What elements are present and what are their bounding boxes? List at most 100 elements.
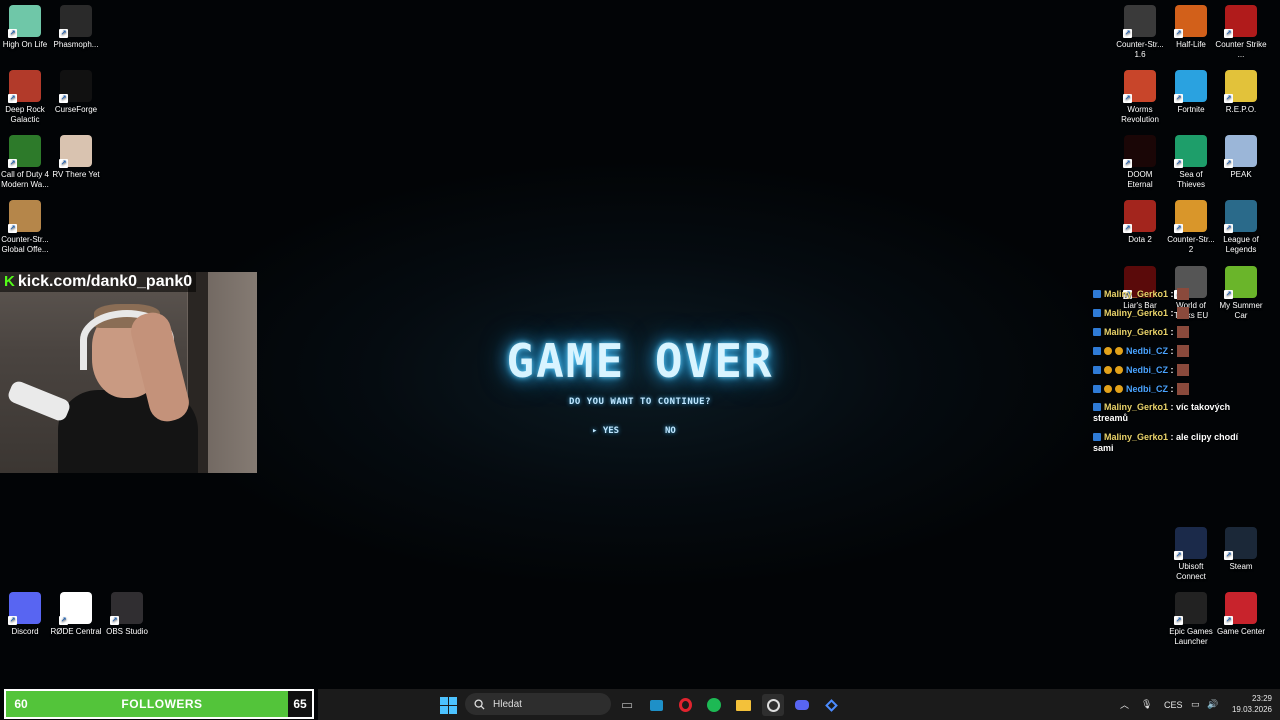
desktop-shortcut[interactable]: ↗ Counter Strike ... [1215,5,1267,60]
phasmophobia-icon: ↗ [59,5,92,38]
shortcut-arrow-icon: ↗ [1123,159,1132,168]
desktop-shortcut[interactable]: ↗ CurseForge [50,70,102,115]
desktop-shortcut[interactable]: ↗ RV There Yet [50,135,102,180]
language-indicator[interactable]: CES [1164,689,1183,720]
desktop-shortcut[interactable]: ↗ R.E.P.O. [1215,70,1267,115]
continue-question: DO YOU WANT TO CONTINUE? [568,397,712,407]
start-button[interactable] [437,694,459,716]
shortcut-arrow-icon: ↗ [59,94,68,103]
desktop-shortcut[interactable]: ↗ PEAK [1215,135,1267,180]
desktop-shortcut[interactable]: ↗ Discord [0,592,51,637]
shortcut-arrow-icon: ↗ [8,29,17,38]
emote-icon [1176,288,1189,300]
chat-message: Maliny_Gerko1 : [1093,326,1253,338]
desktop-shortcut[interactable]: ↗ Worms Revolution [1114,70,1166,125]
chat-message: Maliny_Gerko1 : ale clipy chodí sami [1093,432,1253,454]
ubisoft-connect-icon: ↗ [1174,527,1207,560]
clock-date: 19.03.2026 [1231,705,1272,714]
obs-studio-icon: ↗ [110,592,143,625]
game-center-icon: ↗ [1224,592,1257,625]
desktop-shortcut[interactable]: ↗ Dota 2 [1114,200,1166,245]
tray-chevron-icon[interactable]: ︿ [1120,689,1129,720]
obs-taskbar-icon[interactable] [762,694,784,716]
desktop-shortcut[interactable]: ↗ League of Legends [1215,200,1267,255]
counter-strike-16-icon: ↗ [1123,5,1156,38]
desktop-shortcut[interactable]: ↗ RØDE Central [50,592,102,637]
worms-revolution-icon: ↗ [1123,70,1156,103]
cs2-icon: ↗ [1174,200,1207,233]
followers-current: 60 [14,697,28,711]
kick-badge-icon [1093,366,1101,374]
desktop-shortcut-label: Worms Revolution [1121,105,1159,124]
desktop-shortcut[interactable]: ↗ Ubisoft Connect [1165,527,1217,582]
dota2-icon: ↗ [1123,200,1156,233]
chat-username: Maliny_Gerko1 [1104,327,1169,337]
subscriber-badge-icon [1115,385,1123,393]
desktop-shortcut-label: Game Center [1216,627,1266,636]
desktop-shortcut-label: Call of Duty 4 Modern Wa... [0,170,50,189]
discord-taskbar-icon[interactable] [791,694,813,716]
desktop-shortcut[interactable]: ↗ Fortnite [1165,70,1217,115]
chat-username: Nedbi_CZ [1126,346,1169,356]
desktop-shortcut-label: Half-Life [1176,40,1206,49]
desktop-shortcut[interactable]: ↗ Phasmoph... [50,5,102,50]
chat-message: Nedbi_CZ : [1093,345,1253,357]
emote-icon [1176,364,1189,376]
chat-text: : [1170,327,1174,337]
network-icon[interactable]: ▭ [1191,689,1200,720]
clock-time: 23:29 [1251,694,1272,703]
shortcut-arrow-icon: ↗ [1174,224,1183,233]
shortcut-arrow-icon: ↗ [1224,224,1233,233]
task-view-icon[interactable]: ▭ [616,694,638,716]
opera-gx-icon[interactable] [674,694,696,716]
desktop-shortcut[interactable]: ↗ Counter-Str... 1.6 [1114,5,1166,60]
store-icon[interactable] [645,694,667,716]
chat-username: Maliny_Gerko1 [1104,432,1169,442]
file-explorer-icon[interactable] [732,694,754,716]
desktop-shortcut[interactable]: ↗ Counter-Str... Global Offe... [0,200,51,255]
desktop-shortcut[interactable]: ↗ Game Center [1215,592,1267,637]
no-option[interactable]: NO [665,426,676,436]
yes-option[interactable]: ▸ YES [592,426,619,436]
desktop-shortcut-label: RØDE Central [50,627,102,636]
counter-strike-icon: ↗ [1224,5,1257,38]
desktop-shortcut-label: Epic Games Launcher [1169,627,1213,646]
desktop-shortcut[interactable]: ↗ Half-Life [1165,5,1217,50]
spotify-icon[interactable] [703,694,725,716]
game-over-title: GAME OVER [506,334,774,388]
desktop-shortcut[interactable]: ↗ Counter-Str... 2 [1165,200,1217,255]
volume-icon[interactable]: 🔊 [1207,689,1218,720]
chat-username: Maliny_Gerko1 [1104,289,1169,299]
chat-message: Maliny_Gerko1 : [1093,288,1253,300]
shortcut-arrow-icon: ↗ [1123,29,1132,38]
shortcut-arrow-icon: ↗ [8,616,17,625]
desktop-shortcut[interactable]: ↗ High On Life [0,5,51,50]
shortcut-arrow-icon: ↗ [1123,224,1132,233]
chat-username: Maliny_Gerko1 [1104,402,1169,412]
chat-text: : [1170,384,1174,394]
desktop-shortcut-label: R.E.P.O. [1225,105,1257,114]
taskbar-search[interactable]: Hledat [465,693,611,715]
desktop-shortcut-label: OBS Studio [106,627,148,636]
desktop-shortcut[interactable]: ↗ Call of Duty 4 Modern Wa... [0,135,51,190]
shortcut-arrow-icon: ↗ [1224,616,1233,625]
desktop-shortcut[interactable]: ↗ OBS Studio [101,592,153,637]
desktop-shortcut[interactable]: ↗ Sea of Thieves [1165,135,1217,190]
followers-target: 65 [288,691,312,717]
desktop-shortcut[interactable]: ↗ Deep Rock Galactic [0,70,51,125]
shortcut-arrow-icon: ↗ [110,616,119,625]
desktop-shortcut[interactable]: ↗ Epic Games Launcher [1165,592,1217,647]
shortcut-arrow-icon: ↗ [8,224,17,233]
desktop-shortcut[interactable]: ↗ Steam [1215,527,1267,572]
emote-icon [1176,345,1189,357]
clock[interactable]: 23:29 19.03.2026 [1232,693,1272,715]
desktop-shortcut-label: Dota 2 [1128,235,1152,244]
desktop-shortcut-label: Counter-Str... Global Offe... [1,235,49,254]
microphone-tray-icon[interactable]: 🎙 [1141,689,1152,720]
search-placeholder: Hledat [493,698,522,710]
desktop-shortcut-label: League of Legends [1223,235,1259,254]
stream-url: kick.com/dank0_pank0 [17,273,193,290]
app-taskbar-icon[interactable] [820,694,842,716]
desktop-shortcut[interactable]: ↗ DOOM Eternal [1114,135,1166,190]
epic-games-icon: ↗ [1174,592,1207,625]
